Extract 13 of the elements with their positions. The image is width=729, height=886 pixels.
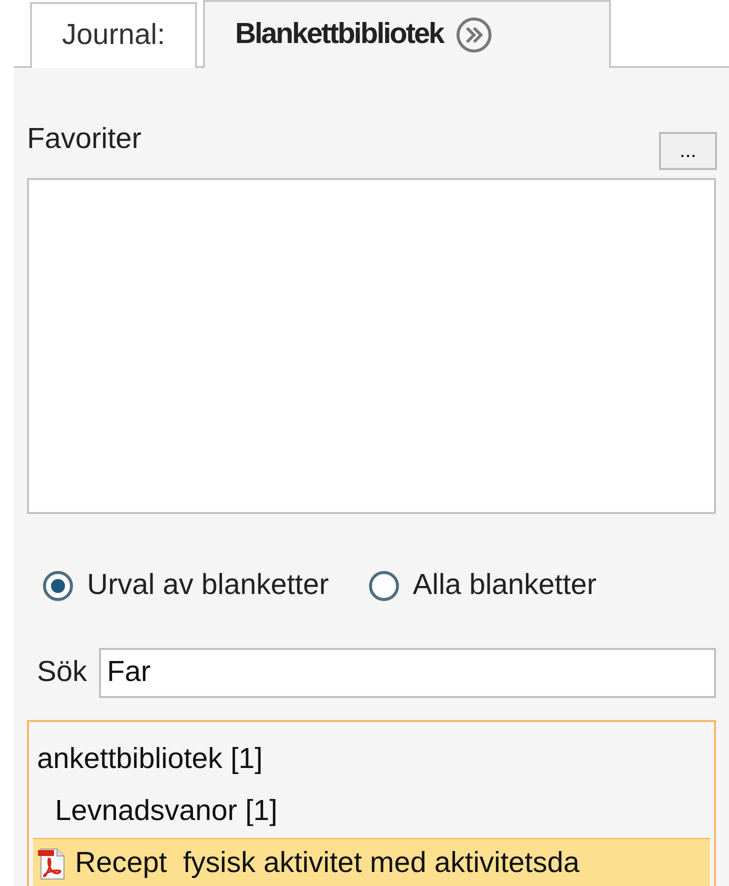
more-button[interactable]: ... bbox=[659, 132, 717, 170]
favorites-label: Favoriter bbox=[27, 122, 142, 157]
radio-option[interactable]: Urval av blanketter bbox=[43, 564, 329, 608]
search-field[interactable]: Far bbox=[98, 648, 716, 698]
pdf-file-icon bbox=[37, 848, 67, 880]
search-label: Sök bbox=[37, 654, 87, 690]
tree-item[interactable]: ankettbibliotek [1] bbox=[33, 734, 710, 786]
tab[interactable]: Blankettbibliotek bbox=[203, 0, 612, 68]
double-chevron-icon[interactable] bbox=[455, 16, 494, 54]
tree-item[interactable]: Levnadsvanor [1] bbox=[33, 786, 710, 838]
tab[interactable]: Journal: bbox=[30, 2, 198, 68]
radio-option[interactable]: Alla blanketter bbox=[368, 564, 597, 608]
tree-item[interactable]: Recept fysisk aktivitet med aktivitetsda bbox=[33, 838, 710, 886]
